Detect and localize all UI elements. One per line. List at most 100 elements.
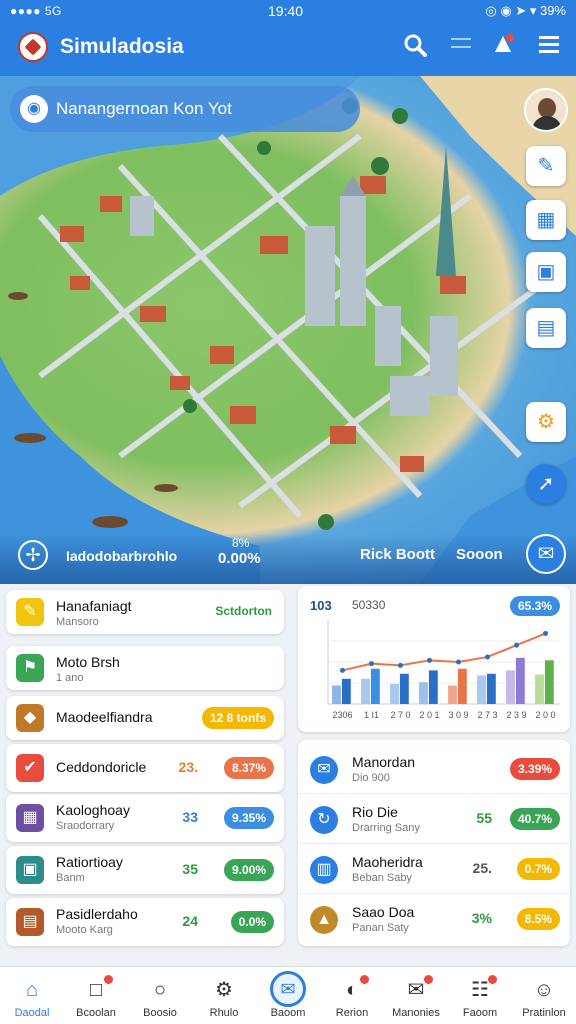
camera-icon[interactable]: ▣	[526, 252, 566, 292]
chart-bar	[428, 670, 438, 704]
notification-dot	[360, 975, 369, 984]
chart-bar	[457, 668, 467, 704]
app-bar: Simuladosia	[0, 26, 576, 72]
chart-bar	[544, 660, 554, 704]
nav-item[interactable]: Baoom	[256, 967, 320, 1024]
search-icon[interactable]	[398, 32, 432, 66]
top-app-bar: ●●●● 5G 19:40 ◎ ◉ ➤ ▾ 39% Simuladosia	[0, 0, 576, 76]
nav-label: Daodal	[14, 1007, 50, 1019]
chart-bar	[390, 683, 399, 704]
left-list-item[interactable]: ▦ Kaologhoay Sraodorrary 33 9.35%	[6, 794, 284, 842]
nav-item[interactable]: ◐ Rerion	[320, 967, 384, 1024]
x-tick-label: 2 3 9	[506, 710, 526, 720]
nav-item[interactable]: □ Bcoolan	[64, 967, 128, 1024]
item-icon: ▦	[16, 804, 44, 832]
map-footer-value-top: 8%	[232, 536, 250, 550]
item-subtitle: Mansoro	[56, 616, 99, 628]
nav-label: Rhulo	[209, 1007, 239, 1019]
bottom-navigation: ✉ ⌂ Daodal □ Bcoolan ○ Boosio ⚙ Rhulo Baoom ◐ Reri…	[0, 966, 576, 1024]
hamburger-menu-icon[interactable]	[532, 32, 566, 66]
user-avatar[interactable]	[524, 88, 568, 132]
right-list-item[interactable]: ↻ Rio Die Drarring Sany 55 40.7%	[298, 796, 570, 844]
x-tick-label: 2306	[332, 710, 352, 720]
left-list-item[interactable]: ◆ Maodeelfiandra 12 8 tonfs	[6, 696, 284, 740]
chart-bar	[477, 675, 486, 704]
left-list-item[interactable]: ✎ Hanafaniagt Mansoro Sctdorton	[6, 590, 284, 634]
app-logo	[18, 32, 48, 62]
item-value: 3%	[471, 910, 492, 926]
trend-point	[456, 659, 461, 665]
item-status: Sctdorton	[215, 604, 272, 618]
app-title: Simuladosia	[60, 35, 184, 58]
item-value: 33	[182, 809, 198, 825]
x-tick-label: 2 0 0	[535, 710, 555, 720]
chart-bar	[448, 685, 457, 704]
nav-label: Baoom	[270, 1007, 306, 1019]
right-list-item[interactable]: ✉ Manordan Dio 900 3.39%	[298, 746, 570, 794]
nav-item[interactable]: ✉ Manonies	[384, 967, 448, 1024]
right-stat-list: ✉ Manordan Dio 900 3.39% ↻ Rio Die Drarring Sa…	[298, 740, 570, 946]
notification-icon[interactable]	[486, 32, 520, 66]
item-title: Kaologhoay	[56, 802, 130, 818]
district-icon[interactable]: ▦	[526, 200, 566, 240]
left-list-item[interactable]: ✔ Ceddondoricle 23. 8.37%	[6, 744, 284, 792]
item-title: Hanafaniagt	[56, 598, 132, 614]
item-subtitle: Mooto Karg	[56, 924, 113, 936]
x-tick-label: 2 7 3	[477, 710, 497, 720]
x-tick-label: 1 I1	[364, 710, 379, 720]
right-list-item[interactable]: ▥ Maoheridra Beban Saby 25. 0.7%	[298, 846, 570, 894]
mail-fab-icon[interactable]: ✉	[526, 534, 566, 574]
nav-item[interactable]: ⚙ Rhulo	[192, 967, 256, 1024]
item-value: 23.	[178, 759, 198, 775]
item-subtitle: Panan Saty	[352, 922, 409, 934]
map-footer: ✢ Iadodobarbrohlo 8% 0.00% Rick Boott So…	[0, 534, 576, 584]
status-time: 19:40	[268, 3, 304, 19]
left-list-item[interactable]: ▤ Pasidlerdaho Mooto Karg 24 0.0%	[6, 898, 284, 946]
bar-line-chart: 2306 1 I1 2 7 0 2 0 1 3 0 9 2 7 3 2 3 9 2 0 0	[327, 620, 560, 720]
chart-card[interactable]: 103 50330 65.3% 2306 1 I1 2 7 02 0 13 0 92…	[298, 586, 570, 732]
city-map-illustration	[0, 76, 576, 584]
chart-bar	[341, 678, 351, 704]
nav-label: Faoom	[462, 1007, 498, 1019]
route-icon[interactable]: ➚	[526, 464, 566, 504]
notification-dot	[104, 975, 113, 984]
left-list-item[interactable]: ⚑ Moto Brsh 1 ano	[6, 646, 284, 690]
item-title: Maoheridra	[352, 854, 423, 870]
item-title: Rio Die	[352, 804, 398, 820]
map-footer-label-2: Rick Boott	[360, 546, 435, 563]
trend-point	[398, 662, 403, 668]
chart-bar	[370, 668, 380, 704]
item-icon: ⚑	[16, 654, 44, 682]
trend-point	[485, 654, 490, 660]
x-tick-label: 2 0 1	[419, 710, 439, 720]
status-bar: ●●●● 5G 19:40 ◎ ◉ ➤ ▾ 39%	[0, 0, 576, 24]
settings-gear-icon[interactable]: ⚙	[526, 402, 566, 442]
item-subtitle: Drarring Sany	[352, 822, 420, 834]
chart-bar	[535, 674, 544, 704]
right-list-item[interactable]: ▲ Saao Doa Panan Saty 3% 8.5%	[298, 896, 570, 944]
status-icons: ◎ ◉ ➤ ▾ 39%	[485, 3, 566, 18]
nav-item[interactable]: ☺ Pratinlon	[512, 967, 576, 1024]
left-list-item[interactable]: ▣ Ratiortioay Banm 35 9.00%	[6, 846, 284, 894]
item-badge: 3.39%	[509, 758, 560, 780]
nav-item[interactable]: ☷ Faoom	[448, 967, 512, 1024]
item-badge: 8.37%	[223, 757, 274, 779]
compass-icon[interactable]: ✢	[18, 540, 48, 570]
x-tick-label: 3 0 9	[448, 710, 468, 720]
map-footer-value: 0.00%	[218, 550, 261, 567]
item-title: Ratiortioay	[56, 854, 123, 870]
build-tool-icon[interactable]: ✎	[526, 146, 566, 186]
nav-item[interactable]: ○ Boosio	[128, 967, 192, 1024]
chart-bar	[419, 682, 428, 704]
book-icon[interactable]: ▤	[526, 308, 566, 348]
item-subtitle: Banm	[56, 872, 85, 884]
item-badge: 8.5%	[516, 908, 560, 930]
nav-label: Bcoolan	[76, 1007, 116, 1019]
notification-dot	[424, 975, 433, 984]
city-map[interactable]: ◉ Nanangernoan Kon Yot ✎ ▦ ▣ ▤ ⚙ ➚ ✢ Iad…	[0, 76, 576, 584]
item-title: Maodeelfiandra	[56, 709, 153, 725]
nav-label: Boosio	[143, 1007, 177, 1019]
map-location-banner[interactable]: ◉ Nanangernoan Kon Yot	[10, 86, 360, 132]
menu-lines-icon[interactable]	[444, 32, 478, 66]
nav-item[interactable]: ⌂ Daodal	[0, 967, 64, 1024]
